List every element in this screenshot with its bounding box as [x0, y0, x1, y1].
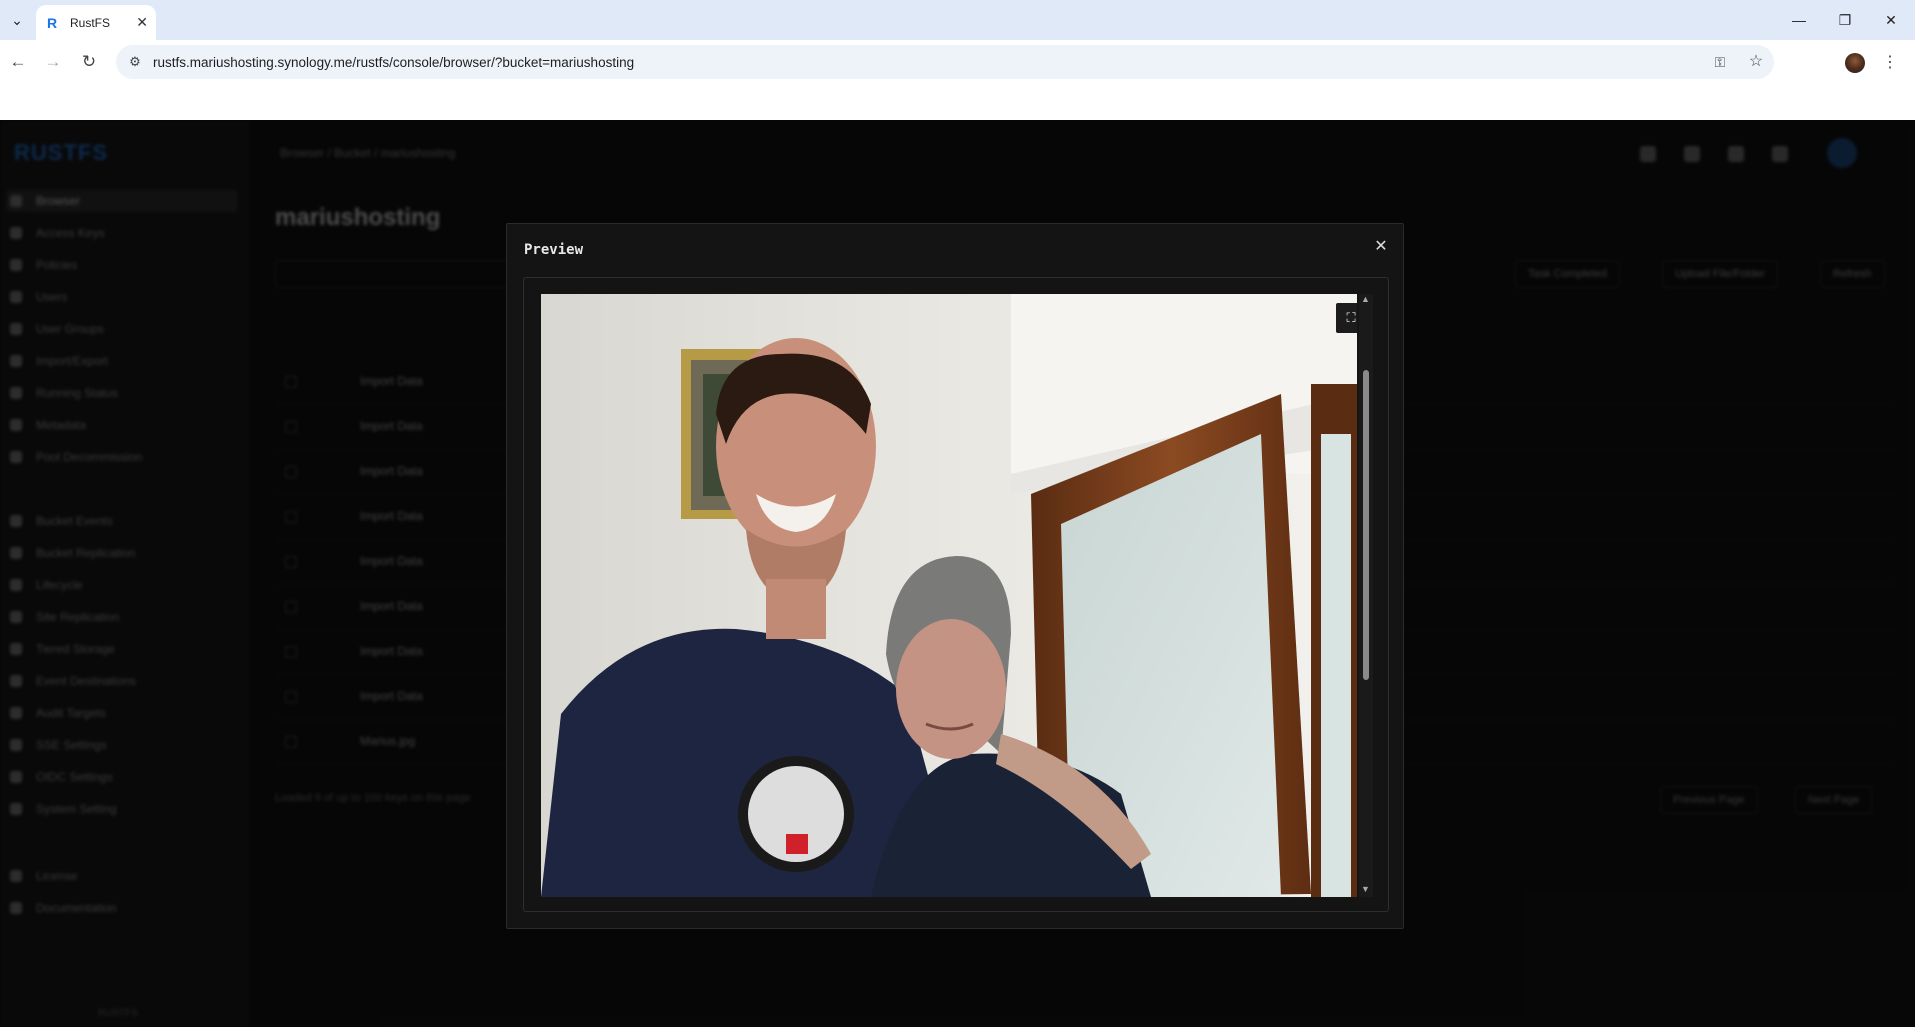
window-close-icon[interactable]: ✕ — [1879, 8, 1903, 32]
bookmark-star-icon[interactable]: ☆ — [1746, 51, 1766, 71]
preview-modal: Preview ✕ ⛶ ▲ ▼ — [506, 223, 1404, 929]
browser-tab-strip: ⌄ R RustFS ✕ — ❐ ✕ — [0, 0, 1915, 40]
modal-title: Preview — [524, 242, 584, 258]
browser-menu-icon[interactable]: ⋮ — [1880, 52, 1900, 72]
photo-svg — [541, 294, 1357, 897]
restore-icon[interactable]: ❐ — [1833, 8, 1857, 32]
site-info-icon[interactable]: ⚙ — [126, 53, 144, 71]
address-bar[interactable]: ⚙ rustfs.mariushosting.synology.me/rustf… — [116, 45, 1774, 79]
forward-arrow-icon[interactable]: → — [41, 50, 65, 74]
page-top-strip — [0, 83, 1915, 120]
tab-search-chevron-icon[interactable]: ⌄ — [6, 9, 28, 31]
preview-image: ⛶ — [541, 294, 1357, 897]
preview-frame: ⛶ ▲ ▼ — [523, 277, 1389, 912]
scroll-down-icon[interactable]: ▼ — [1361, 884, 1370, 894]
scroll-up-icon[interactable]: ▲ — [1361, 294, 1370, 304]
close-icon[interactable]: ✕ — [1371, 236, 1391, 256]
minimize-icon[interactable]: — — [1787, 8, 1811, 32]
url-text[interactable]: rustfs.mariushosting.synology.me/rustfs/… — [153, 55, 634, 70]
password-key-icon[interactable]: ⚿ — [1710, 52, 1730, 72]
rustfs-favicon-icon: R — [46, 14, 58, 31]
profile-avatar[interactable] — [1845, 53, 1865, 73]
back-arrow-icon[interactable]: ← — [6, 50, 30, 74]
tab-title: RustFS — [70, 15, 111, 30]
reload-icon[interactable]: ↻ — [77, 50, 101, 74]
scroll-thumb[interactable] — [1363, 370, 1369, 680]
fullscreen-icon[interactable]: ⛶ — [1336, 303, 1357, 333]
tab-close-icon[interactable]: ✕ — [136, 14, 148, 31]
browser-toolbar: ← → ↻ ⚙ rustfs.mariushosting.synology.me… — [0, 40, 1915, 83]
browser-tab[interactable]: R RustFS ✕ — [36, 5, 156, 40]
preview-scrollbar[interactable]: ▲ ▼ — [1359, 294, 1373, 897]
